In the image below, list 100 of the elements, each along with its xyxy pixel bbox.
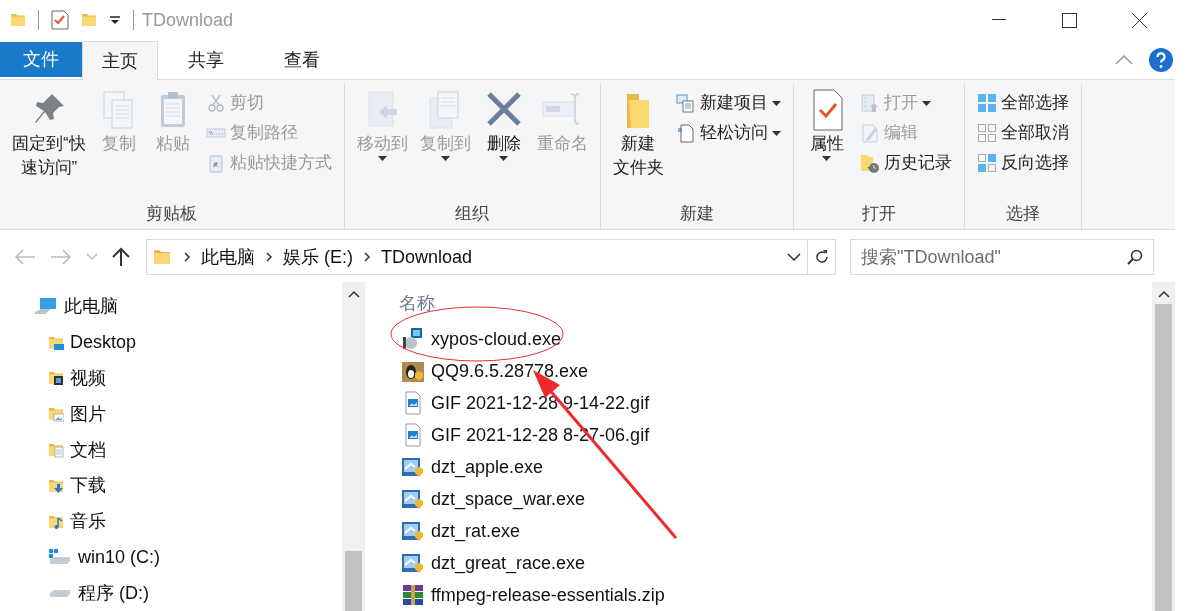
folder-icon [81,12,97,28]
ribbon-button[interactable]: 固定到“快 速访问” [8,84,90,180]
caret-icon [771,130,781,136]
app-icon [401,519,425,543]
edit-icon [859,123,880,143]
chevron-right-icon[interactable] [363,251,371,263]
window-title: TDownload [142,8,234,32]
breadcrumb[interactable]: TDownload [371,243,483,271]
file-item[interactable]: dzt_apple.exe [399,451,1152,483]
file-item[interactable]: dzt_rat.exe [399,515,1152,547]
file-item[interactable]: ffmpeg-release-essentials.zip [399,579,1152,611]
dropdown-icon[interactable] [787,253,801,261]
breadcrumb[interactable]: 娱乐 (E:) [273,243,363,271]
history-icon [859,153,880,173]
page-icon [675,123,696,143]
caret-icon [499,156,509,161]
ribbon-button[interactable]: 全部选择 [972,88,1073,118]
address-field[interactable]: 此电脑 娱乐 (E:) TDownload [146,239,836,275]
select-none-icon [976,123,997,143]
nav-item[interactable]: 程序 (D:) [0,575,342,611]
desktop-folder-icon [48,334,64,351]
drive-icon [48,548,72,567]
archive-icon [401,583,425,607]
help-icon[interactable] [1149,48,1173,72]
collapse-ribbon-icon[interactable] [1115,55,1133,65]
ribbon-button[interactable]: 全部取消 [972,118,1073,148]
select-all-icon [976,93,997,113]
dropdown-icon[interactable] [109,15,121,25]
nav-item[interactable]: 下载 [0,467,342,504]
file-item[interactable]: GIF 2021-12-28 9-14-22.gif [399,387,1152,419]
download-folder-icon [48,477,64,494]
scrollbar-thumb[interactable] [345,551,362,611]
nav-item[interactable]: win10 (C:) [0,539,342,576]
history-dropdown-icon[interactable] [86,253,98,261]
nav-item[interactable]: 视频 [0,360,342,397]
nav-item[interactable]: 此电脑 [0,289,342,325]
scroll-up-icon[interactable] [1157,290,1170,298]
ribbon-button[interactable]: 反向选择 [972,148,1073,178]
caret-icon [822,156,832,161]
caret-icon [377,156,387,161]
ribbon-button[interactable]: 属性 [801,84,852,161]
ribbon-tab[interactable]: 共享 [158,42,254,79]
ribbon-button[interactable]: 新建 文件夹 [608,84,668,180]
file-item[interactable]: dzt_space_war.exe [399,483,1152,515]
music-folder-icon [48,513,64,530]
up-icon[interactable] [112,247,130,267]
search-input[interactable]: 搜索"TDownload" [861,243,1127,271]
nav-item[interactable]: 音乐 [0,503,342,540]
back-icon[interactable] [14,249,36,265]
properties-icon[interactable] [51,10,69,30]
chevron-right-icon[interactable] [265,251,273,263]
app-icon [401,455,425,479]
installer-icon [401,327,425,351]
group-label: 组织 [454,203,491,225]
ribbon-button[interactable]: 历史记录 [855,148,956,178]
close-icon [1131,12,1147,28]
scrollbar[interactable] [342,282,365,611]
nav-item[interactable]: 文档 [0,432,342,468]
forward-icon[interactable] [50,249,72,265]
ribbon-button[interactable]: 轻松访问 [671,118,785,148]
computer-icon [34,296,58,317]
group-label: 新建 [678,203,715,225]
scissors-icon [205,93,226,113]
search-icon[interactable] [1127,249,1143,265]
refresh-icon [813,249,830,265]
file-menu-button[interactable]: 文件 [0,42,82,77]
new-item-icon [675,93,696,113]
maximize-icon [1061,12,1077,28]
open-icon [859,93,880,113]
search-field[interactable]: 搜索"TDownload" [850,239,1154,275]
ribbon-tab[interactable]: 查看 [254,42,350,79]
ribbon-button[interactable]: 删除 [478,84,529,161]
minimize-icon [992,19,1006,21]
scrollbar[interactable] [1152,282,1175,611]
file-item[interactable]: QQ9.6.5.28778.exe [399,355,1152,387]
column-header[interactable]: 名称 [399,290,1152,321]
scrollbar-thumb[interactable] [1155,304,1172,611]
invert-selection-icon [976,153,997,173]
caret-icon [771,100,781,106]
app-icon [401,551,425,575]
penguin-app-icon [401,359,425,383]
nav-item[interactable]: Desktop [0,324,342,361]
file-item[interactable]: xypos-cloud.exe [399,323,1152,355]
ribbon-button[interactable]: 新建项目 [671,88,785,118]
app-icon [401,487,425,511]
drive-icon [50,589,70,597]
group-label: 打开 [860,203,897,225]
folder-icon [10,12,26,28]
picture-folder-icon [48,406,64,423]
document-folder-icon [48,442,64,458]
nav-item[interactable]: 图片 [0,396,342,433]
ribbon-tab[interactable]: 主页 [82,41,158,80]
breadcrumb[interactable]: 此电脑 [191,243,265,271]
chevron-right-icon[interactable] [183,251,191,263]
folder-icon [153,247,171,267]
scroll-up-icon[interactable] [347,290,360,298]
group-label: 剪贴板 [145,203,199,225]
file-item[interactable]: dzt_great_race.exe [399,547,1152,579]
video-folder-icon [48,370,64,387]
group-label: 选择 [1004,203,1041,225]
